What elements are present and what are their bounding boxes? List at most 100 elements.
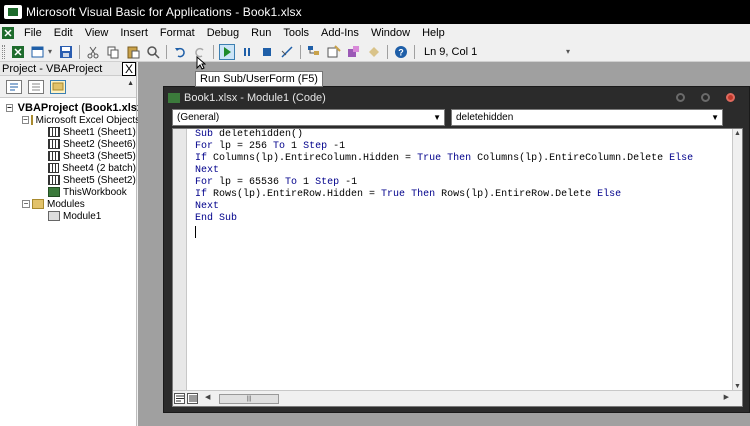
excel-module-icon	[168, 93, 180, 103]
code-line[interactable]: If Rows(lp).EntireRow.Hidden = True Then…	[195, 189, 693, 201]
tree-node-module1[interactable]: Module1	[0, 210, 136, 222]
code-line[interactable]: For lp = 256 To 1 Step -1	[195, 141, 693, 153]
design-mode-icon[interactable]	[279, 44, 295, 60]
excel-icon[interactable]	[2, 27, 14, 39]
tree-node-label: Sheet4 (2 batch)	[62, 162, 136, 174]
collapse-icon[interactable]: −	[6, 104, 13, 112]
reset-icon[interactable]	[259, 44, 275, 60]
code-text[interactable]: Sub deletehidden() For lp = 256 To 1 Step…	[195, 129, 693, 225]
project-explorer-icon[interactable]	[306, 44, 322, 60]
collapse-icon[interactable]: −	[22, 200, 30, 208]
cursor-position-status: Ln 9, Col 1	[424, 45, 478, 58]
scroll-right-arrow-icon[interactable]: ▶	[724, 393, 729, 401]
cut-icon[interactable]	[85, 44, 101, 60]
tree-node-label: Microsoft Excel Objects	[35, 114, 141, 126]
toolbar-grip[interactable]	[2, 44, 5, 59]
menu-view[interactable]: View	[79, 24, 115, 42]
menu-bar: File Edit View Insert Format Debug Run T…	[0, 24, 750, 42]
scroll-up-arrow-icon[interactable]: ▲	[734, 130, 741, 137]
chevron-down-icon[interactable]: ▼	[433, 110, 441, 125]
code-window-titlebar[interactable]: Book1.xlsx - Module1 (Code)	[164, 87, 749, 109]
tree-node-sheet[interactable]: Sheet5 (Sheet2)	[0, 174, 136, 186]
tree-node-sheet[interactable]: Sheet3 (Sheet5)	[0, 150, 136, 162]
paste-icon[interactable]	[125, 44, 141, 60]
tree-node-thisworkbook[interactable]: ThisWorkbook	[0, 186, 136, 198]
mouse-pointer-icon	[196, 55, 207, 70]
properties-window-icon[interactable]	[326, 44, 342, 60]
maximize-button[interactable]	[701, 93, 710, 102]
help-icon[interactable]: ?	[393, 44, 409, 60]
code-line[interactable]: For lp = 65536 To 1 Step -1	[195, 177, 693, 189]
procedure-combo-value: deletehidden	[456, 112, 514, 123]
code-line[interactable]: If Columns(lp).EntireColumn.Hidden = Tru…	[195, 153, 693, 165]
module-icon	[48, 211, 60, 221]
copy-icon[interactable]	[105, 44, 121, 60]
code-line[interactable]: Next	[195, 201, 693, 213]
scroll-down-arrow-icon[interactable]: ▼	[734, 383, 741, 390]
vba-app-icon[interactable]	[4, 5, 22, 19]
code-line[interactable]: Sub deletehidden()	[195, 129, 693, 141]
object-browser-icon[interactable]	[346, 44, 362, 60]
menu-add-ins[interactable]: Add-Ins	[315, 24, 365, 42]
object-combo[interactable]: (General) ▼	[172, 109, 445, 126]
procedure-combo[interactable]: deletehidden ▼	[451, 109, 723, 126]
tree-node-vbaproject[interactable]: − VBAProject (Book1.xlsx)	[0, 102, 147, 114]
code-line[interactable]: Next	[195, 165, 693, 177]
code-line[interactable]: End Sub	[195, 213, 693, 225]
tree-node-sheet[interactable]: Sheet2 (Sheet6)	[0, 138, 136, 150]
worksheet-icon	[48, 163, 60, 173]
insert-userform-icon[interactable]	[30, 44, 46, 60]
menu-help[interactable]: Help	[416, 24, 451, 42]
project-tree: − VBAProject (Book1.xlsx) − Microsoft Ex…	[0, 98, 147, 222]
code-window-title: Book1.xlsx - Module1 (Code)	[184, 92, 326, 104]
toolbar-options-dropdown-icon[interactable]: ▾	[566, 47, 574, 56]
view-object-icon[interactable]	[28, 79, 44, 94]
tree-node-label: Sheet1 (Sheet1)	[63, 126, 136, 138]
toolbar-separator	[213, 44, 214, 59]
toolbox-icon[interactable]	[366, 44, 382, 60]
vertical-scrollbar[interactable]: ▲ ▼	[732, 129, 742, 391]
close-project-explorer-button[interactable]: X	[122, 61, 136, 76]
tree-node-sheet[interactable]: Sheet4 (2 batch)	[0, 162, 136, 174]
menu-run[interactable]: Run	[245, 24, 277, 42]
find-icon[interactable]	[145, 44, 161, 60]
menu-insert[interactable]: Insert	[114, 24, 154, 42]
break-icon[interactable]	[239, 44, 255, 60]
menu-tools[interactable]: Tools	[277, 24, 315, 42]
scroll-up-arrow-icon[interactable]: ▲	[127, 80, 134, 87]
menu-debug[interactable]: Debug	[201, 24, 245, 42]
tree-node-excel-objects[interactable]: − Microsoft Excel Objects	[0, 114, 140, 126]
menu-file[interactable]: File	[18, 24, 48, 42]
toggle-folders-icon[interactable]	[50, 79, 66, 94]
run-sub-icon[interactable]	[219, 43, 235, 60]
horizontal-scroll-thumb[interactable]: |||	[219, 394, 279, 404]
tree-node-label: Sheet5 (Sheet2)	[63, 174, 136, 186]
code-window-bottom-bar: ◀ ||| ▶	[173, 390, 742, 406]
save-icon[interactable]	[58, 44, 74, 60]
full-module-view-icon[interactable]	[187, 393, 198, 404]
worksheet-icon	[48, 127, 60, 137]
tree-node-label: Modules	[47, 198, 85, 210]
scroll-left-arrow-icon[interactable]: ◀	[205, 393, 210, 401]
menu-edit[interactable]: Edit	[48, 24, 79, 42]
menu-format[interactable]: Format	[154, 24, 201, 42]
code-editor[interactable]: Sub deletehidden() For lp = 256 To 1 Step…	[172, 128, 743, 407]
procedure-view-icon[interactable]	[174, 393, 185, 404]
worksheet-icon	[48, 175, 60, 185]
minimize-button[interactable]	[676, 93, 685, 102]
close-button[interactable]	[726, 93, 735, 102]
insert-dropdown-icon[interactable]: ▾	[48, 47, 56, 56]
undo-icon[interactable]	[172, 44, 188, 60]
margin-indicator-bar[interactable]	[173, 129, 187, 391]
view-excel-icon[interactable]	[10, 44, 26, 60]
chevron-down-icon[interactable]: ▼	[711, 110, 719, 125]
tree-node-modules[interactable]: − Modules	[0, 198, 136, 210]
project-explorer-toolbar: ▲	[0, 76, 136, 98]
text-caret	[195, 226, 196, 238]
tree-node-sheet[interactable]: Sheet1 (Sheet1)	[0, 126, 136, 138]
view-code-icon[interactable]	[6, 79, 22, 94]
menu-window[interactable]: Window	[365, 24, 416, 42]
collapse-icon[interactable]: −	[22, 116, 29, 124]
code-window-combos: (General) ▼ deletehidden ▼	[172, 109, 743, 127]
folder-icon	[32, 199, 44, 209]
